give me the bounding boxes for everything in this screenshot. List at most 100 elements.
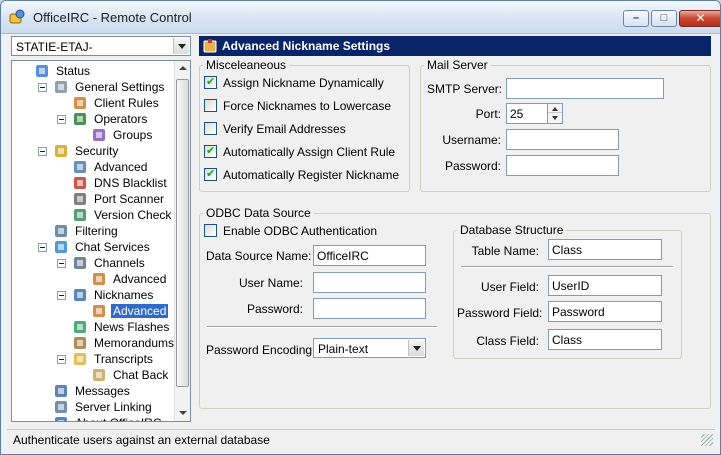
smtp-server-input[interactable]: [506, 78, 664, 99]
collapse-icon[interactable]: [57, 259, 66, 268]
status-icon: [36, 65, 48, 77]
title-bar[interactable]: OfficeIRC - Remote Control – □ ✕: [1, 1, 720, 34]
resize-grip[interactable]: [701, 434, 713, 446]
channels-icon: [74, 257, 86, 269]
encoding-select[interactable]: Plain-text: [313, 338, 426, 358]
odbc-password-label: Password:: [246, 302, 303, 316]
blacklist-icon: [74, 177, 86, 189]
dsn-label: Data Source Name:: [206, 249, 312, 263]
enable-odbc-label: Enable ODBC Authentication: [223, 224, 378, 238]
close-icon: ✕: [695, 11, 706, 25]
port-stepper[interactable]: [547, 103, 563, 124]
user-field-input[interactable]: UserID: [548, 275, 662, 296]
odbc-password-input[interactable]: [313, 298, 426, 319]
checkbox-icon[interactable]: [204, 167, 217, 181]
chevron-down-icon[interactable]: [408, 340, 424, 356]
chevron-down-icon[interactable]: [173, 38, 189, 54]
class-field-input[interactable]: Class: [548, 329, 662, 350]
username-input[interactable]: [506, 129, 619, 150]
collapse-icon[interactable]: [57, 115, 66, 124]
tree-item-label: Chat Back: [113, 368, 169, 382]
tree-item-label: General Settings: [75, 80, 165, 94]
tree-item-label: Status: [56, 64, 91, 78]
tree-item-label: Security: [75, 144, 119, 158]
checkbox-icon[interactable]: [204, 99, 217, 112]
checkbox-label: Automatically Register Nickname: [223, 168, 400, 182]
tree-item-label: About OfficeIRC: [73, 416, 163, 421]
divider: [461, 266, 673, 268]
news-icon: [74, 321, 86, 333]
server-select-value: STATIE-ETAJ-: [16, 40, 93, 54]
scroll-up-button[interactable]: [175, 61, 190, 77]
password-field-label: Password Field:: [457, 306, 543, 320]
collapse-icon[interactable]: [38, 147, 47, 156]
window-title: OfficeIRC - Remote Control: [33, 10, 192, 25]
close-button[interactable]: ✕: [679, 10, 720, 27]
about-icon: [55, 417, 67, 421]
checkbox-icon[interactable]: [204, 122, 217, 135]
scroll-down-button[interactable]: [175, 405, 190, 421]
filter-icon: [55, 225, 67, 237]
stepper-up-icon[interactable]: [548, 104, 562, 113]
advanced-icon: [93, 305, 105, 317]
checkbox-icon[interactable]: [204, 224, 217, 237]
checkbox-label: Force Nicknames to Lowercase: [223, 99, 392, 113]
db-structure-title: Database Structure: [457, 224, 567, 237]
tree-item-label: Transcripts: [94, 352, 153, 366]
tree-item-label: Chat Services: [75, 240, 150, 254]
nickname-settings-icon: [203, 39, 217, 53]
misc-group-title: Misceleaneous: [203, 59, 290, 72]
mail-password-input[interactable]: [506, 155, 619, 176]
tree-item-label: Advanced: [94, 160, 148, 174]
scroll-thumb[interactable]: [176, 79, 189, 387]
tree-item-label: Nicknames: [94, 288, 154, 302]
port-input[interactable]: 25: [506, 103, 548, 124]
tree-item-label: DNS Blacklist: [94, 176, 167, 190]
tree-item-label: Messages: [75, 384, 130, 398]
page-header: Advanced Nickname Settings: [199, 36, 711, 56]
collapse-icon[interactable]: [38, 83, 47, 92]
maximize-button[interactable]: □: [651, 10, 677, 27]
minimize-button[interactable]: –: [623, 10, 649, 27]
stepper-down-icon[interactable]: [548, 114, 562, 123]
app-window: OfficeIRC - Remote Control – □ ✕ STATIE-…: [0, 0, 721, 455]
lock-icon: [55, 145, 67, 157]
checkbox-icon[interactable]: [204, 144, 217, 158]
tree-item-label: Advanced: [111, 304, 169, 318]
odbc-user-input[interactable]: [313, 272, 426, 293]
username-label: Username:: [442, 133, 501, 147]
collapse-icon[interactable]: [57, 355, 66, 364]
password-field-input[interactable]: Password: [548, 301, 662, 322]
dsn-input[interactable]: OfficeIRC: [313, 245, 426, 266]
odbc-group-title: ODBC Data Source: [203, 207, 314, 220]
settings-tree[interactable]: Status General Settings Client Rules Operat…: [11, 60, 191, 422]
tree-item-label: Server Linking: [75, 400, 152, 414]
collapse-icon[interactable]: [38, 243, 47, 252]
mail-password-label: Password:: [444, 159, 501, 173]
user-field-label: User Field:: [480, 280, 539, 294]
page-title: Advanced Nickname Settings: [222, 39, 391, 53]
smtp-server-label: SMTP Server:: [427, 82, 503, 96]
checkbox-icon[interactable]: [204, 75, 217, 89]
minimize-icon: –: [632, 12, 640, 24]
odbc-user-label: User Name:: [238, 276, 303, 290]
operator-icon: [74, 113, 86, 125]
link-icon: [55, 401, 67, 413]
folder-icon: [74, 353, 86, 365]
advanced-icon: [93, 273, 105, 285]
messages-icon: [55, 385, 67, 397]
tree-item-label: Groups: [113, 128, 153, 142]
chat-back-icon: [93, 369, 105, 381]
collapse-icon[interactable]: [57, 291, 66, 300]
table-name-input[interactable]: Class: [548, 239, 662, 260]
tree-item-label: Memorandums: [94, 336, 175, 350]
class-field-label: Class Field:: [476, 334, 539, 348]
groups-icon: [93, 129, 105, 141]
server-select[interactable]: STATIE-ETAJ-: [11, 36, 191, 56]
encoding-label: Password Encoding:: [206, 343, 316, 357]
client-area: STATIE-ETAJ- Status General Settings Clien…: [7, 34, 715, 449]
table-name-label: Table Name:: [471, 244, 539, 258]
checkbox-label: Assign Nickname Dynamically: [223, 76, 384, 90]
maximize-icon: □: [660, 12, 668, 24]
tree-scrollbar[interactable]: [174, 61, 190, 421]
